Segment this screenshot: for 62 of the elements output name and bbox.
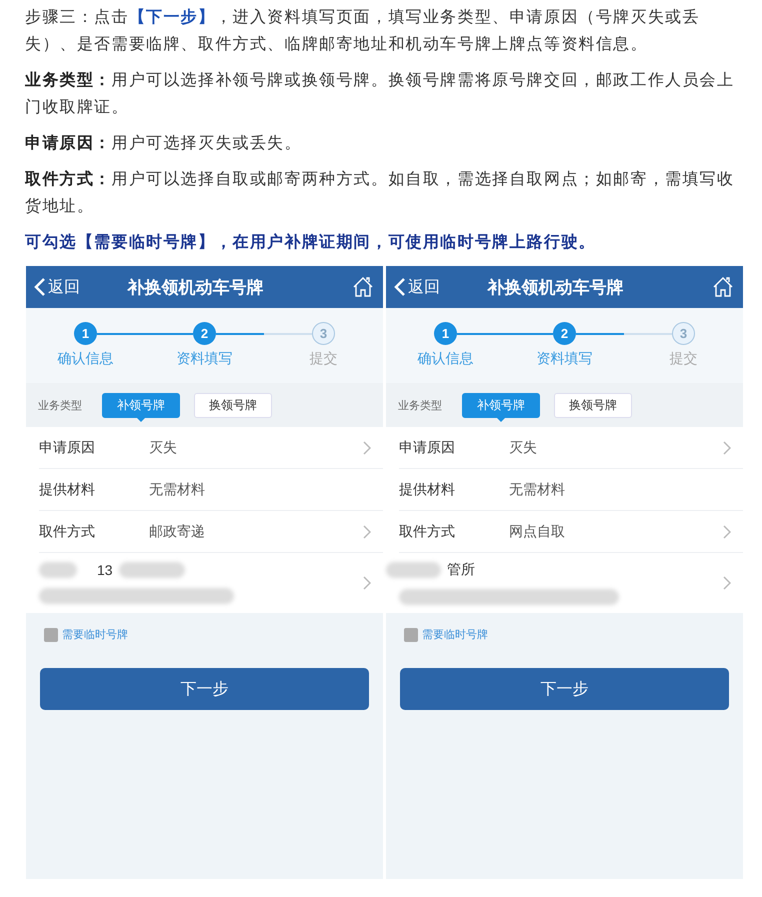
chevron-right-icon (723, 440, 731, 454)
article-paragraph: 步骤三：点击【下一步】，进入资料填写页面，填写业务类型、申请原因（号牌灭失或丢失）、是否需要临牌、取件方式、临牌邮寄地址和机动车号牌上牌点等资料信息。 (25, 7, 701, 55)
next-button[interactable]: 下一步 (40, 668, 369, 710)
back-button[interactable]: 返回 (34, 276, 80, 298)
address-text: 13 (97, 562, 113, 578)
redacted-text (39, 562, 77, 578)
step-number: 1 (434, 322, 457, 345)
checkbox[interactable] (404, 628, 418, 642)
list-row[interactable]: 取件方式 网点自取 (399, 511, 743, 553)
field-label: 业务类型 (398, 398, 442, 412)
step-label: 提交 (310, 350, 338, 368)
row-label: 申请原因 (39, 438, 96, 456)
article-paragraph: 申请原因：用户可选择灭失或丢失。 (25, 134, 303, 154)
row-label: 申请原因 (399, 438, 456, 456)
article-paragraph: 取件方式：用户可以选择自取或邮寄两种方式。如自取，需选择自取网点；如邮寄，需填写收货地址。 (25, 169, 736, 217)
next-button[interactable]: 下一步 (400, 668, 729, 710)
chevron-right-icon (363, 576, 371, 590)
list-row[interactable]: 申请原因 灭失 (399, 427, 743, 469)
row-label: 提供材料 (39, 480, 96, 498)
home-icon[interactable] (351, 275, 375, 299)
redacted-text (386, 562, 441, 578)
step-label: 提交 (670, 350, 698, 368)
home-icon[interactable] (711, 275, 735, 299)
row-value: 网点自取 (509, 522, 566, 540)
step-label: 资料填写 (176, 350, 232, 368)
row-value: 灭失 (509, 438, 538, 456)
redacted-text (118, 562, 185, 578)
chevron-right-icon (363, 524, 371, 538)
page-title: 补换领机动车号牌 (486, 276, 624, 298)
chevron-right-icon (723, 524, 731, 538)
row-value: 灭失 (149, 438, 178, 456)
address-text: 管所 (447, 561, 475, 579)
list-row[interactable]: 提供材料 无需材料 (39, 469, 383, 511)
type-option[interactable]: 换领号牌 (554, 392, 632, 418)
back-button[interactable]: 返回 (394, 276, 440, 298)
checkbox[interactable] (44, 628, 58, 642)
article-paragraph: 可勾选【需要临时号牌】，在用户补牌证期间，可使用临时号牌上路行驶。 (25, 232, 597, 253)
chevron-left-icon (34, 277, 46, 297)
row-label: 取件方式 (399, 522, 456, 540)
list-row[interactable]: 申请原因 灭失 (39, 427, 383, 469)
field-label: 业务类型 (38, 398, 82, 412)
row-value: 邮政寄递 (149, 522, 206, 540)
article-paragraph: 业务类型：用户可以选择补领号牌或换领号牌。换领号牌需将原号牌交回，邮政工作人员会上门收取牌证。 (25, 70, 736, 118)
chevron-right-icon (723, 576, 731, 590)
chevron-left-icon (394, 277, 406, 297)
step-number: 2 (193, 322, 216, 345)
type-option[interactable]: 换领号牌 (194, 392, 272, 418)
step-number: 1 (74, 322, 97, 345)
row-value: 无需材料 (509, 480, 566, 498)
chevron-right-icon (363, 440, 371, 454)
page-title: 补换领机动车号牌 (126, 276, 264, 298)
step-number: 2 (553, 322, 576, 345)
list-row[interactable]: 提供材料 无需材料 (399, 469, 743, 511)
row-label: 取件方式 (39, 522, 96, 540)
row-value: 无需材料 (149, 480, 206, 498)
row-label: 提供材料 (399, 480, 456, 498)
step-number: 3 (312, 322, 335, 345)
step-label: 确认信息 (418, 350, 474, 368)
step-label: 确认信息 (58, 350, 114, 368)
step-number: 3 (672, 322, 695, 345)
list-row[interactable]: 取件方式 邮政寄递 (39, 511, 383, 553)
step-label: 资料填写 (536, 350, 592, 368)
